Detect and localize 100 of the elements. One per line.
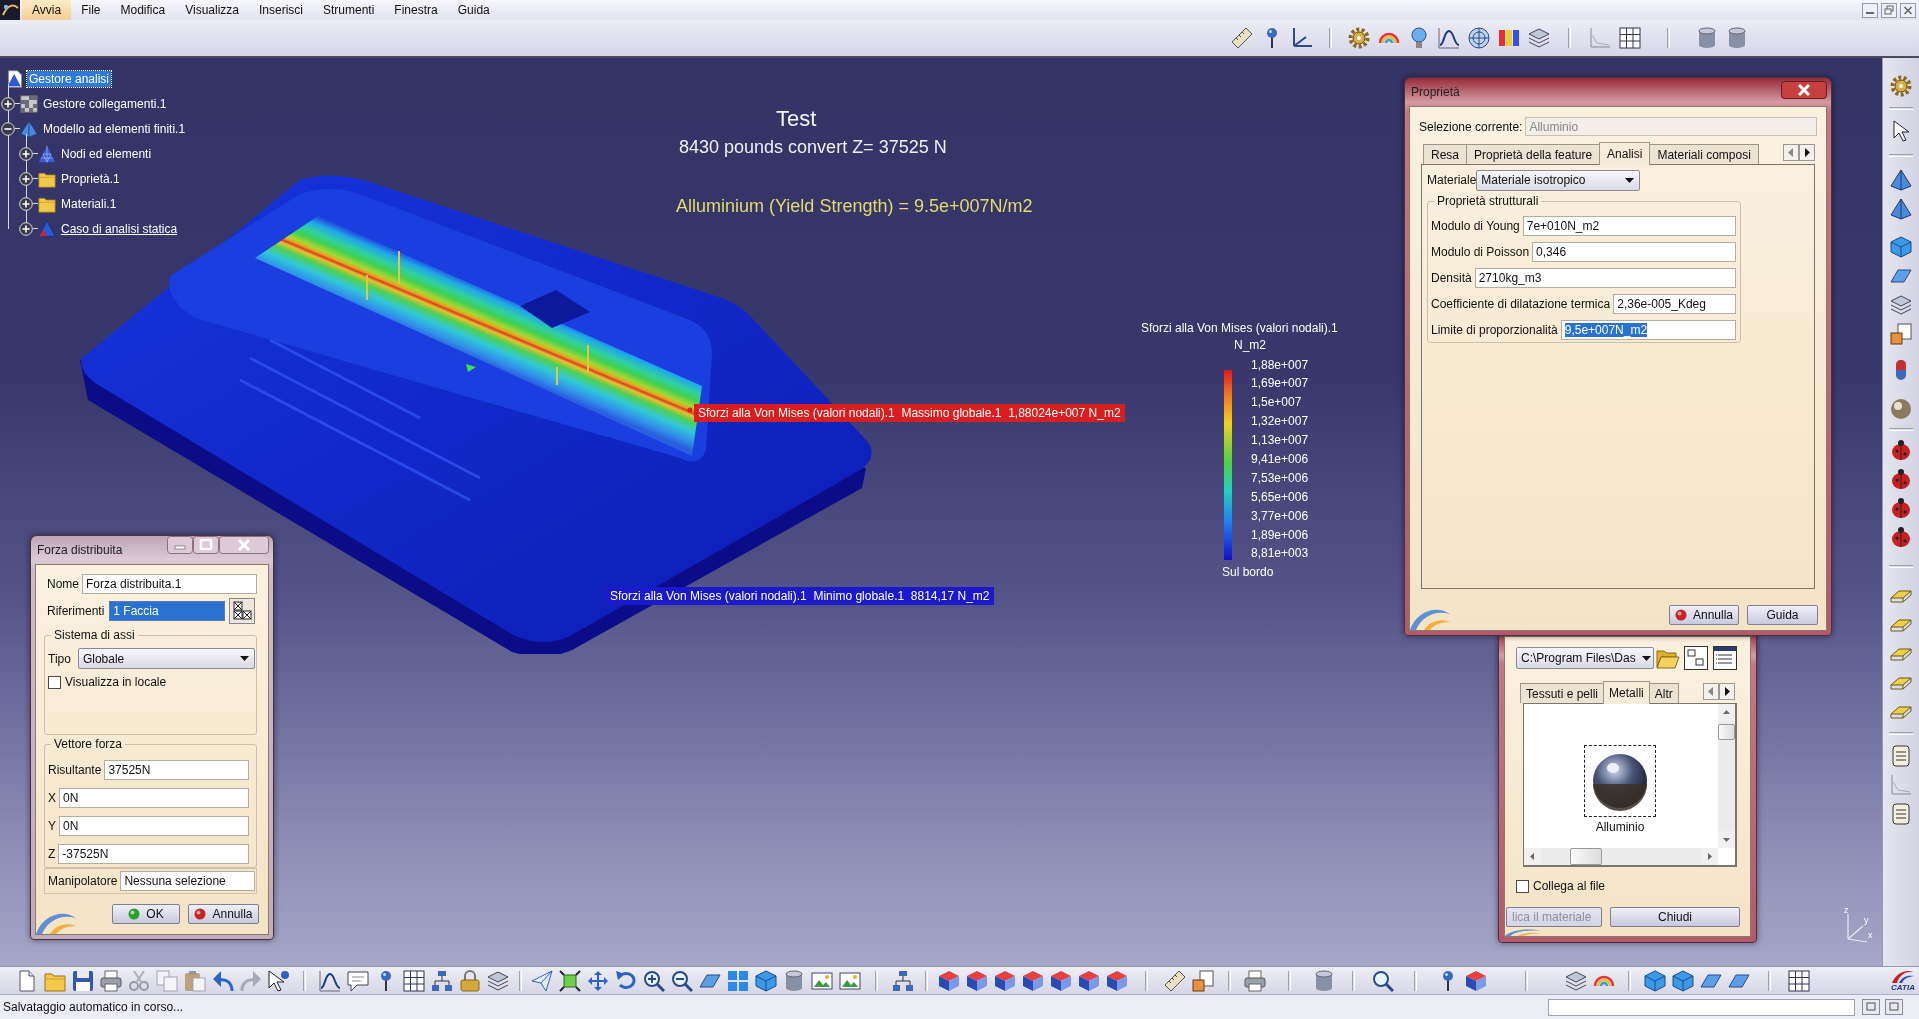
ladybug-icon[interactable] [1890,496,1912,519]
close-icon[interactable] [1781,81,1827,99]
magnifier-minus-icon[interactable] [671,969,693,992]
rotate-arrow-icon[interactable] [615,969,637,992]
tree-item[interactable]: Gestore collegamenti.1 [41,95,169,112]
rainbow-arcs-icon[interactable] [1378,32,1400,44]
page-square-icon[interactable] [1192,969,1214,992]
cylinder-icon[interactable] [783,969,805,992]
cylinder-icon[interactable] [1313,969,1335,992]
dialog-button[interactable]: Chiudi [1610,907,1740,927]
ladybug-icon[interactable] [1890,467,1912,490]
padlock-icon[interactable] [459,969,481,992]
page-square-icon[interactable] [1890,322,1912,345]
text-field[interactable]: Forza distribuita.1 [82,574,257,594]
undo-arrow-icon[interactable] [212,969,234,992]
layers-icon[interactable] [1528,27,1550,49]
clipboard-icon[interactable] [184,969,206,992]
menu-item[interactable]: Visualizza [175,0,249,20]
material-dropdown[interactable]: Materiale isotropico [1476,169,1641,191]
grid-icon[interactable] [1619,27,1641,49]
menu-item[interactable]: Avvia [22,0,72,20]
paper-plane-icon[interactable] [531,969,553,992]
text-field[interactable]: -37525N [58,844,249,864]
scroll-icon[interactable] [1890,802,1912,825]
status-field[interactable] [1548,998,1855,1016]
scroll-thumb[interactable] [1570,848,1602,865]
ruler-icon[interactable] [1164,969,1186,992]
light-bulb-icon[interactable] [1408,27,1430,49]
cube-icon[interactable] [1672,969,1694,992]
tab[interactable]: Metalli [1603,681,1650,704]
cylinder-icon[interactable] [1696,27,1718,49]
shaded-cube-icon[interactable] [1465,969,1487,992]
printer-icon[interactable] [100,969,122,992]
plus-icon[interactable] [19,196,33,211]
window-icon[interactable] [1862,999,1880,1015]
page-icon[interactable] [16,969,38,992]
pyramid-icon[interactable] [1890,168,1912,191]
checkbox[interactable] [1516,879,1529,893]
checkbox[interactable] [48,675,61,689]
tree-item[interactable]: Proprietà.1 [59,170,122,187]
sphere-icon[interactable] [1890,397,1912,420]
layers-icon[interactable] [487,969,509,992]
tree-item[interactable]: Caso di analisi statica [59,220,180,237]
four-squares-icon[interactable] [727,969,749,992]
curve-icon[interactable] [319,969,341,992]
search-icon[interactable] [1372,969,1394,992]
speech-bubble-icon[interactable] [347,969,369,992]
scroll-thumb[interactable] [1718,724,1735,740]
menu-item[interactable]: Guida [447,0,500,20]
selection-field[interactable]: 1 Faccia [109,601,226,621]
target-icon[interactable] [1468,27,1490,49]
picture-icon[interactable] [811,969,833,992]
gear-icon[interactable] [1890,74,1912,97]
material-item[interactable]: Alluminio [1584,746,1656,834]
plus-icon[interactable] [19,221,33,236]
text-field[interactable]: Nessuna selezione [120,871,255,891]
text-field[interactable]: 2,36e-005_Kdeg [1613,294,1736,314]
tab[interactable]: Resa [1423,144,1467,164]
plus-icon[interactable] [19,146,33,161]
cancel-button[interactable]: Annulla [188,904,259,924]
minimize-icon[interactable] [167,536,193,554]
list-view-icon[interactable] [1713,646,1737,670]
text-field[interactable]: 7e+010N_m2 [1522,216,1736,236]
magnifier-plus-icon[interactable] [643,969,665,992]
maximize-icon[interactable] [193,536,219,554]
cube-icon[interactable] [755,969,777,992]
menu-item[interactable]: Finestra [384,0,448,20]
app-icon[interactable] [0,0,20,20]
type-dropdown[interactable]: Globale [77,648,255,669]
text-field[interactable]: 0N [59,788,249,808]
tab[interactable]: Analisi [1599,142,1651,165]
cylinder-icon[interactable] [1726,27,1748,49]
layers-icon[interactable] [1890,293,1912,316]
menu-item[interactable]: Strumenti [313,0,385,20]
menu-item[interactable]: Inserisci [249,0,313,20]
plus-icon[interactable] [1,96,15,111]
tree-item[interactable]: Modello ad elementi finiti.1 [41,120,188,137]
folder-icon[interactable] [1656,647,1680,669]
tree-item[interactable]: Gestore analisi [27,70,112,87]
cancel-button[interactable]: Annulla [1669,605,1739,625]
text-field[interactable]: 9,5e+007N_m2 [1560,320,1736,340]
pointer-help-icon[interactable] [268,969,290,992]
path-dropdown[interactable]: C:\Program Files\Das [1516,647,1654,669]
text-field[interactable]: 0N [59,816,249,836]
cube-icon[interactable] [1890,235,1912,258]
shaded-cube-icon[interactable] [1050,969,1072,992]
menu-item[interactable]: File [71,0,111,20]
window-icon[interactable] [1885,999,1903,1015]
cube-icon[interactable] [1644,969,1666,992]
tree-diagram-icon[interactable] [892,969,914,992]
tab[interactable]: Altr [1648,683,1679,703]
tree-diagram-icon[interactable] [431,969,453,992]
tree-item[interactable]: Nodi ed elementi [59,145,154,162]
curve-icon[interactable] [1438,27,1460,49]
frame-arrows-icon[interactable] [559,969,581,992]
ruler-icon[interactable] [1231,27,1253,49]
minimize-icon[interactable] [1862,2,1878,18]
crossed-boxes-icon[interactable] [229,598,256,624]
restore-icon[interactable] [1881,2,1897,18]
text-field[interactable]: 2710kg_m3 [1474,268,1736,288]
